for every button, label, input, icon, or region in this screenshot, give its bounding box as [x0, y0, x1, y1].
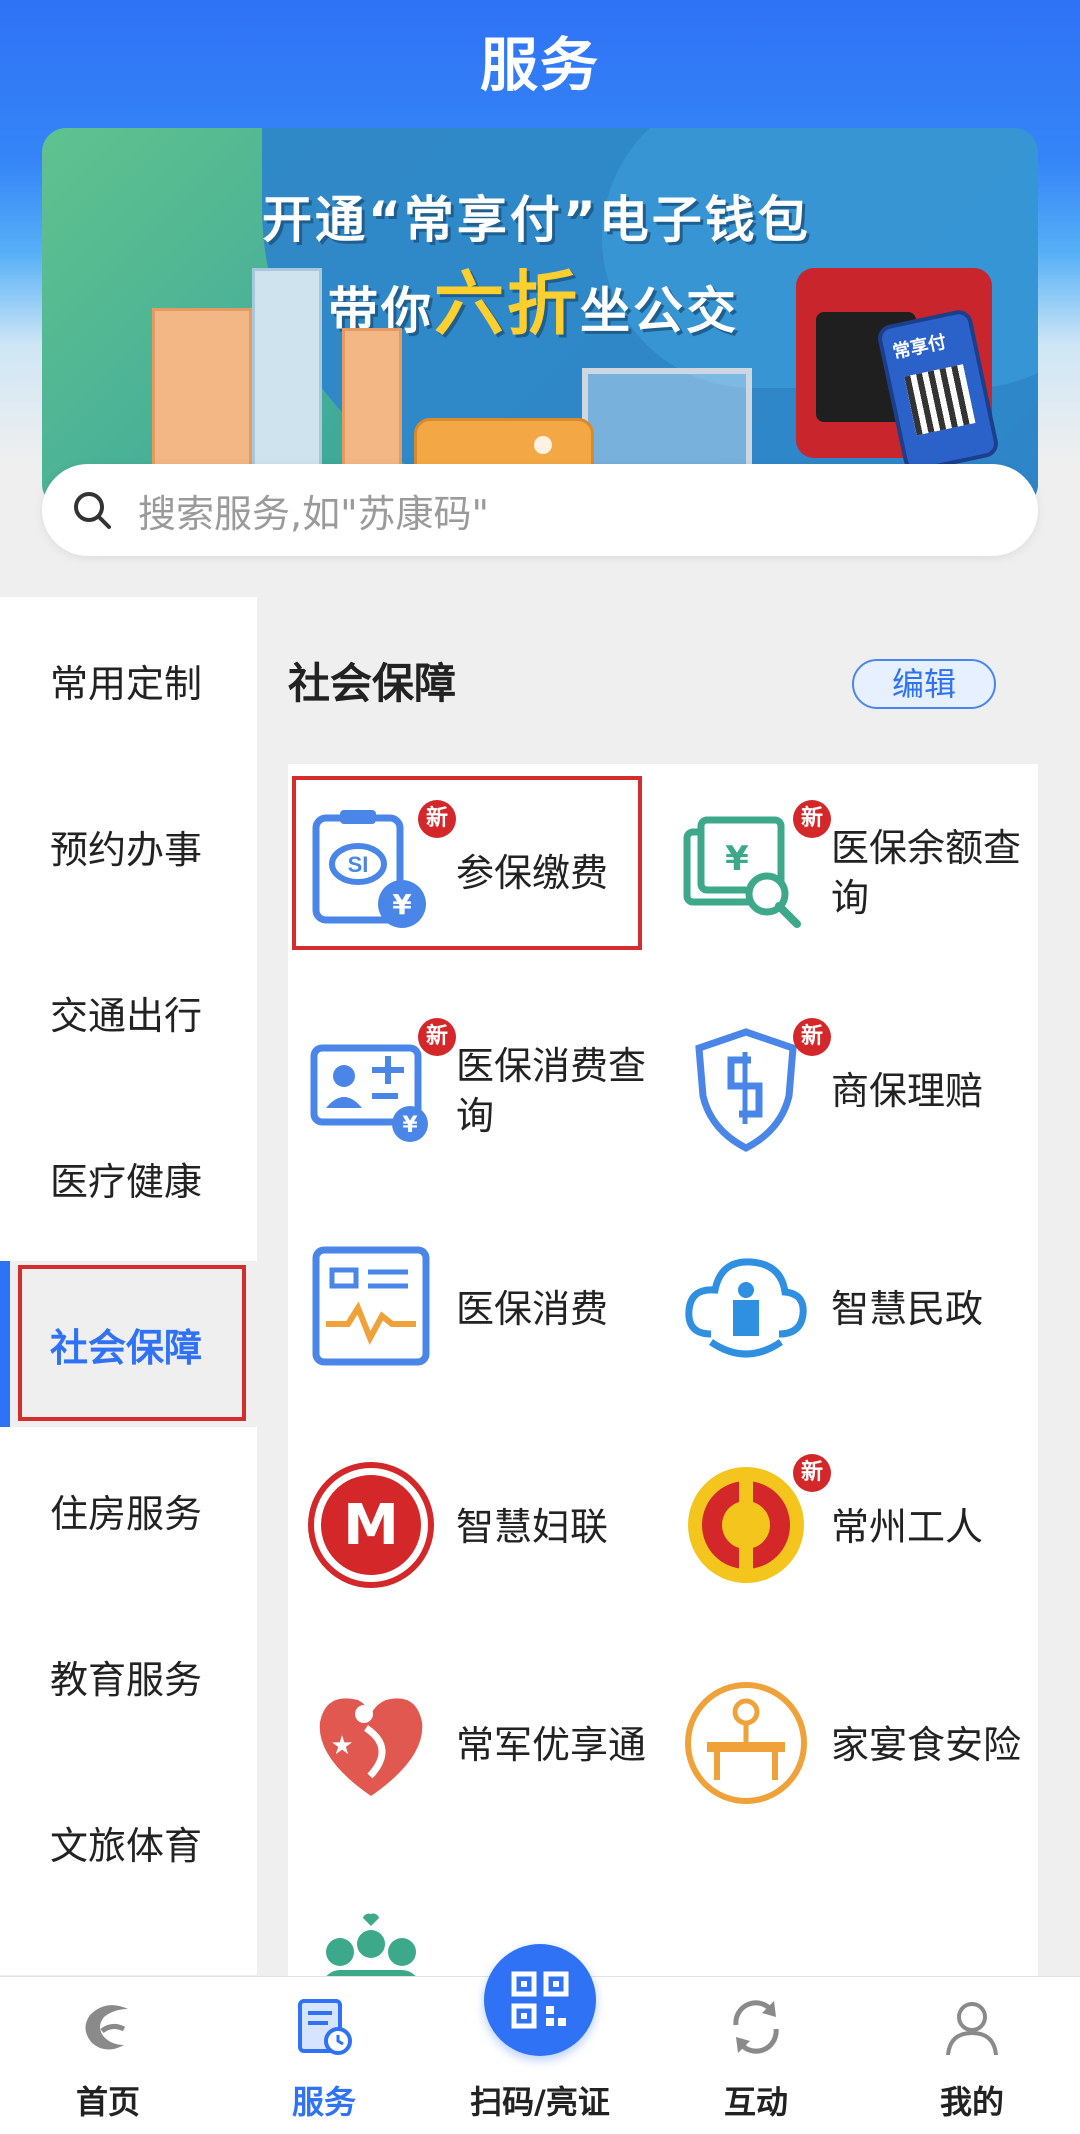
sidebar-item-常用定制[interactable]: 常用定制	[0, 597, 257, 763]
profile-icon	[946, 2002, 998, 2056]
banquet-food-safety-icon	[685, 1682, 807, 1804]
new-badge: 新	[793, 800, 831, 838]
service-item-参保缴费[interactable]: SI ¥ 新 参保缴费	[288, 764, 663, 982]
service-grid: SI ¥ 新 参保缴费 ¥ 新 医保余额查询 ¥ 新 医保消费查询 新 商保理赔…	[288, 764, 1038, 1976]
sidebar-item-住房服务[interactable]: 住房服务	[0, 1427, 257, 1593]
tab-profile[interactable]: 我的	[864, 1977, 1080, 2134]
search-bar[interactable]: 搜索服务,如"苏康码"	[42, 464, 1038, 556]
svg-text:★: ★	[330, 1731, 353, 1761]
service-item-医保消费查询[interactable]: ¥ 新 医保消费查询	[288, 982, 663, 1200]
service-item-商保理赔[interactable]: 新 商保理赔	[663, 982, 1038, 1200]
banner-headline: 开通“常享付”电子钱包	[262, 191, 811, 249]
veteran-benefits-icon: ★	[319, 1698, 423, 1796]
tab-label: 扫码/亮证	[470, 2083, 610, 2121]
service-item-医保消费[interactable]: 医保消费	[288, 1200, 663, 1418]
service-icon	[298, 1999, 352, 2055]
tab-label: 我的	[939, 2083, 1004, 2121]
new-badge: 新	[793, 1454, 831, 1492]
section-title: 社会保障	[288, 659, 457, 708]
page-title: 服务	[479, 31, 600, 99]
selection-highlight	[18, 1265, 246, 1421]
new-badge: 新	[793, 1018, 831, 1056]
tab-label: 首页	[75, 2083, 140, 2121]
smart-womens-federation-icon: M	[308, 1462, 434, 1588]
service-label: 智慧妇联	[456, 1505, 609, 1549]
tab-label: 服务	[291, 2083, 356, 2121]
service-item-partial[interactable]	[288, 1854, 663, 1976]
banner-highlight: 六折	[434, 263, 580, 345]
service-item-医保余额查询[interactable]: ¥ 新 医保余额查询	[663, 764, 1038, 982]
edit-button[interactable]: 编辑	[852, 659, 996, 709]
sidebar-item-教育服务[interactable]: 教育服务	[0, 1593, 257, 1759]
service-label: 医保余额查询	[831, 826, 1022, 920]
smart-civil-affairs-icon	[685, 1258, 807, 1358]
service-item-常军优享通[interactable]: ★ 常军优享通	[288, 1636, 663, 1854]
service-label: 商保理赔	[831, 1069, 984, 1113]
medical-balance-query-icon: ¥	[683, 816, 801, 928]
group-people-icon	[326, 1913, 416, 1976]
medical-consumption-query-icon: ¥	[310, 1044, 428, 1142]
service-label: 医保消费查询	[456, 1044, 647, 1138]
tab-label: 互动	[723, 2083, 788, 2121]
service-item-家宴食安险[interactable]: 家宴食安险	[663, 1636, 1038, 1854]
category-sidebar: 常用定制 预约办事 交通出行 医疗健康 社会保障 住房服务 教育服务 文旅体育	[0, 597, 257, 1975]
home-icon	[85, 2005, 128, 2050]
service-item-智慧妇联[interactable]: M 智慧妇联	[288, 1418, 663, 1636]
interaction-icon	[733, 2000, 779, 2054]
qr-scan-icon	[511, 1971, 569, 2029]
sidebar-item-文旅体育[interactable]: 文旅体育	[0, 1759, 257, 1925]
service-label: 常军优享通	[456, 1723, 647, 1767]
qr-code-icon	[904, 364, 976, 436]
service-label: 医保消费	[456, 1287, 609, 1331]
tab-interaction[interactable]: 互动	[648, 1977, 864, 2134]
service-label: 常州工人	[831, 1505, 984, 1549]
scan-button[interactable]	[484, 1944, 596, 2056]
search-input[interactable]: 搜索服务,如"苏康码"	[138, 483, 489, 538]
selection-highlight	[292, 776, 642, 950]
service-item-常州工人[interactable]: 新 常州工人	[663, 1418, 1038, 1636]
medical-consumption-icon	[312, 1246, 430, 1366]
search-icon	[74, 492, 111, 529]
svg-text:¥: ¥	[725, 839, 749, 879]
tab-service[interactable]: 服务	[216, 1977, 432, 2134]
service-label: 智慧民政	[831, 1287, 984, 1331]
svg-text:M: M	[343, 1493, 399, 1558]
new-badge: 新	[418, 1018, 456, 1056]
carousel-indicator[interactable]	[534, 436, 552, 454]
sidebar-item-交通出行[interactable]: 交通出行	[0, 929, 257, 1095]
sidebar-item-医疗健康[interactable]: 医疗健康	[0, 1095, 257, 1261]
svg-text:¥: ¥	[402, 1113, 418, 1138]
commercial-insurance-claim-icon	[695, 1028, 797, 1152]
sidebar-item-预约办事[interactable]: 预约办事	[0, 763, 257, 929]
tab-home[interactable]: 首页	[0, 1977, 216, 2134]
service-item-智慧民政[interactable]: 智慧民政	[663, 1200, 1038, 1418]
service-label: 家宴食安险	[831, 1723, 1022, 1767]
sidebar-item-社会保障[interactable]: 社会保障	[0, 1261, 257, 1427]
promo-banner[interactable]: 开通“常享付”电子钱包 带你六折坐公交 常享付	[42, 128, 1038, 508]
changzhou-workers-icon	[688, 1467, 804, 1583]
